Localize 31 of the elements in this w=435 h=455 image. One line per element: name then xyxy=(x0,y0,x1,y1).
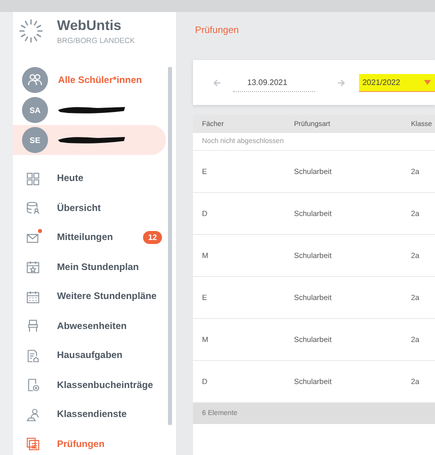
nav-item[interactable]: Mein Stundenplan xyxy=(13,252,164,282)
nav-item[interactable]: Hausaufgaben xyxy=(13,341,164,370)
nav-item[interactable]: Weitere Stundenpläne xyxy=(13,282,164,312)
documents-icon xyxy=(26,437,40,452)
grid-icon xyxy=(26,172,40,186)
app-name: WebUntis xyxy=(57,17,122,33)
page-title: Prüfungen xyxy=(195,25,240,38)
nav-item[interactable]: Heute xyxy=(13,164,164,194)
book-plus-icon xyxy=(26,378,40,392)
right-arrow-icon[interactable] xyxy=(337,78,346,88)
document-house-icon xyxy=(26,348,40,363)
left-arrow-icon[interactable] xyxy=(213,78,222,88)
date-field[interactable]: 13.09.2021 xyxy=(233,74,316,92)
count-badge: 12 xyxy=(143,231,162,244)
nav-item[interactable]: Klassendienste xyxy=(13,400,164,430)
student-label: Alle Schüler*innen xyxy=(58,74,142,86)
calendar-icon xyxy=(26,290,40,304)
nav-item[interactable]: Klassenbucheinträge xyxy=(13,370,164,400)
nav-item[interactable]: Mitteilungen 12 xyxy=(13,223,164,252)
avatar: SE xyxy=(22,127,48,153)
nav-item[interactable]: Übersicht xyxy=(13,194,164,223)
caret-icon xyxy=(424,80,431,84)
people-icon xyxy=(27,72,43,88)
scrollbar[interactable] xyxy=(168,67,172,425)
logo-icon xyxy=(19,19,43,43)
person-desk-icon xyxy=(26,408,40,422)
avatar: SA xyxy=(22,97,48,123)
school-year-dropdown[interactable]: 2021/2022 xyxy=(359,74,435,92)
nav-item[interactable]: Abwesenheiten xyxy=(13,312,164,341)
chair-icon xyxy=(26,319,40,334)
database-user-icon xyxy=(26,201,40,216)
